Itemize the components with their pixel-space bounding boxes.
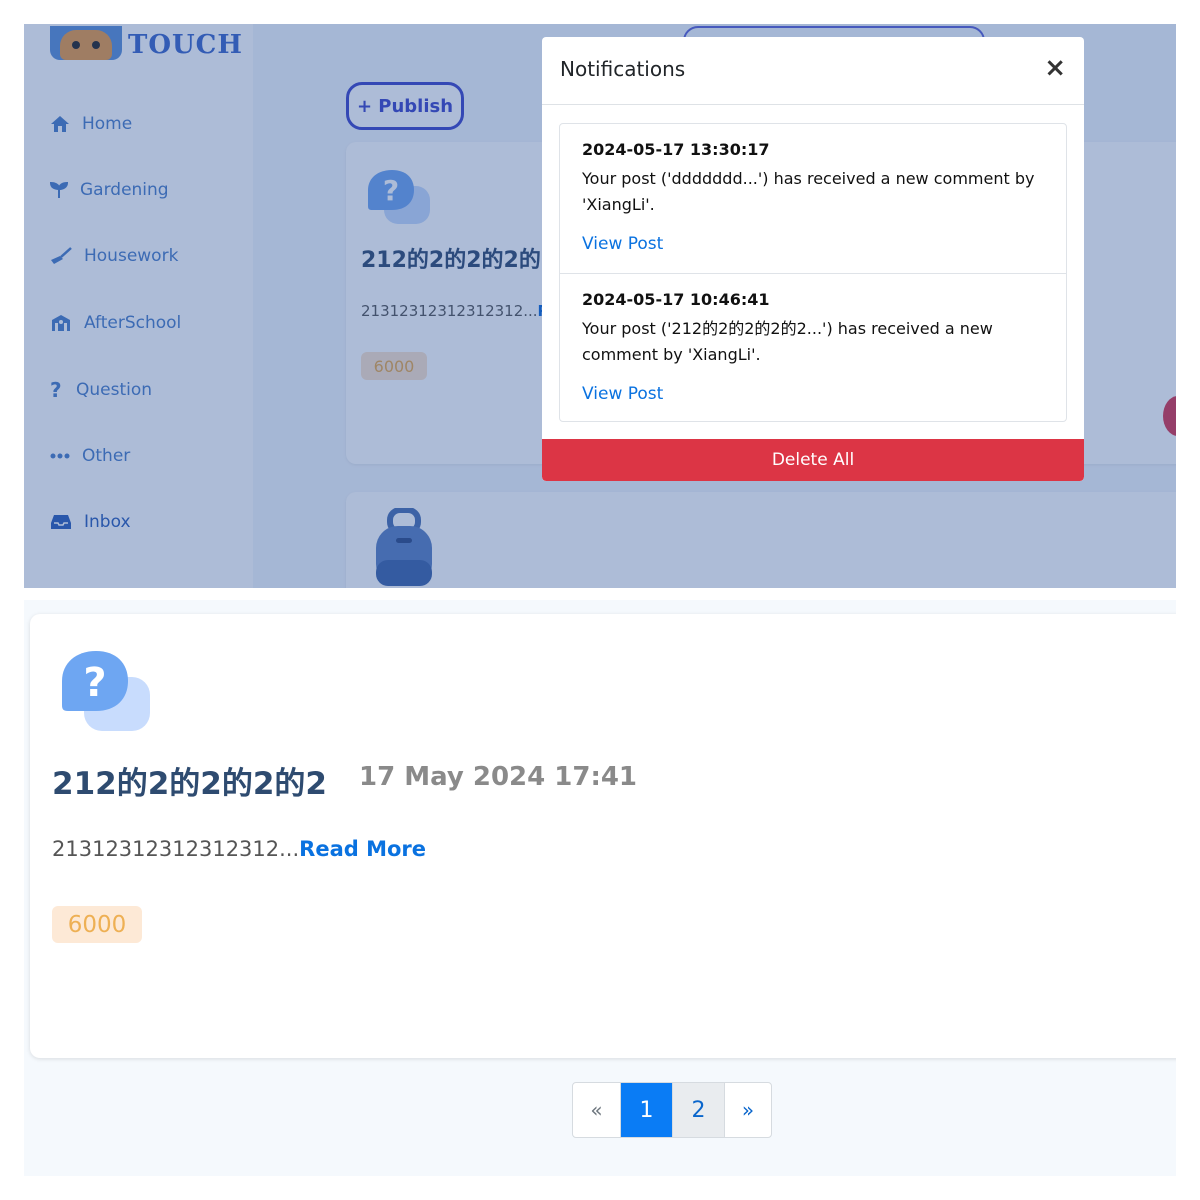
notification-time: 2024-05-17 13:30:17 [582,140,770,159]
app-window: TOUCH Home Gardening Housework AfterScho… [24,24,1176,588]
post-detail-panel: ? 212的2的2的2的2 17 May 2024 17:41 21312312… [24,600,1176,1176]
view-post-link[interactable]: View Post [582,234,663,254]
question-bubble-icon: ? [62,651,150,731]
notification-item: 2024-05-17 13:30:17 Your post ('ddddddd.… [560,124,1066,273]
modal-title: Notifications [560,57,686,81]
pagination-page-2[interactable]: 2 [672,1083,724,1137]
post-card[interactable]: ? 212的2的2的2的2 17 May 2024 17:41 21312312… [30,614,1176,1058]
delete-all-button[interactable]: Delete All [542,439,1084,481]
modal-header: Notifications × [542,37,1084,105]
notifications-modal: Notifications × 2024-05-17 13:30:17 Your… [542,37,1084,481]
notification-time: 2024-05-17 10:46:41 [582,290,770,309]
close-icon[interactable]: × [1044,53,1066,83]
post-excerpt: 21312312312312312...Read More [52,837,427,861]
view-post-link[interactable]: View Post [582,384,663,404]
read-more-link[interactable]: Read More [299,837,426,861]
notification-text: Your post ('ddddddd...') has received a … [582,169,1035,214]
pagination-prev[interactable]: « [573,1083,620,1137]
pagination-page-1[interactable]: 1 [620,1083,672,1137]
post-title: 212的2的2的2的2 [52,766,327,802]
pagination-next[interactable]: » [724,1083,771,1137]
notification-list: 2024-05-17 13:30:17 Your post ('ddddddd.… [559,123,1067,422]
notification-item: 2024-05-17 10:46:41 Your post ('212的2的2的… [560,273,1066,422]
svg-text:?: ? [83,660,106,706]
post-date: 17 May 2024 17:41 [359,762,638,792]
pagination: « 1 2 » [572,1082,772,1138]
notification-text: Your post ('212的2的2的2的2...') has receive… [582,319,993,364]
points-badge: 6000 [52,906,142,943]
